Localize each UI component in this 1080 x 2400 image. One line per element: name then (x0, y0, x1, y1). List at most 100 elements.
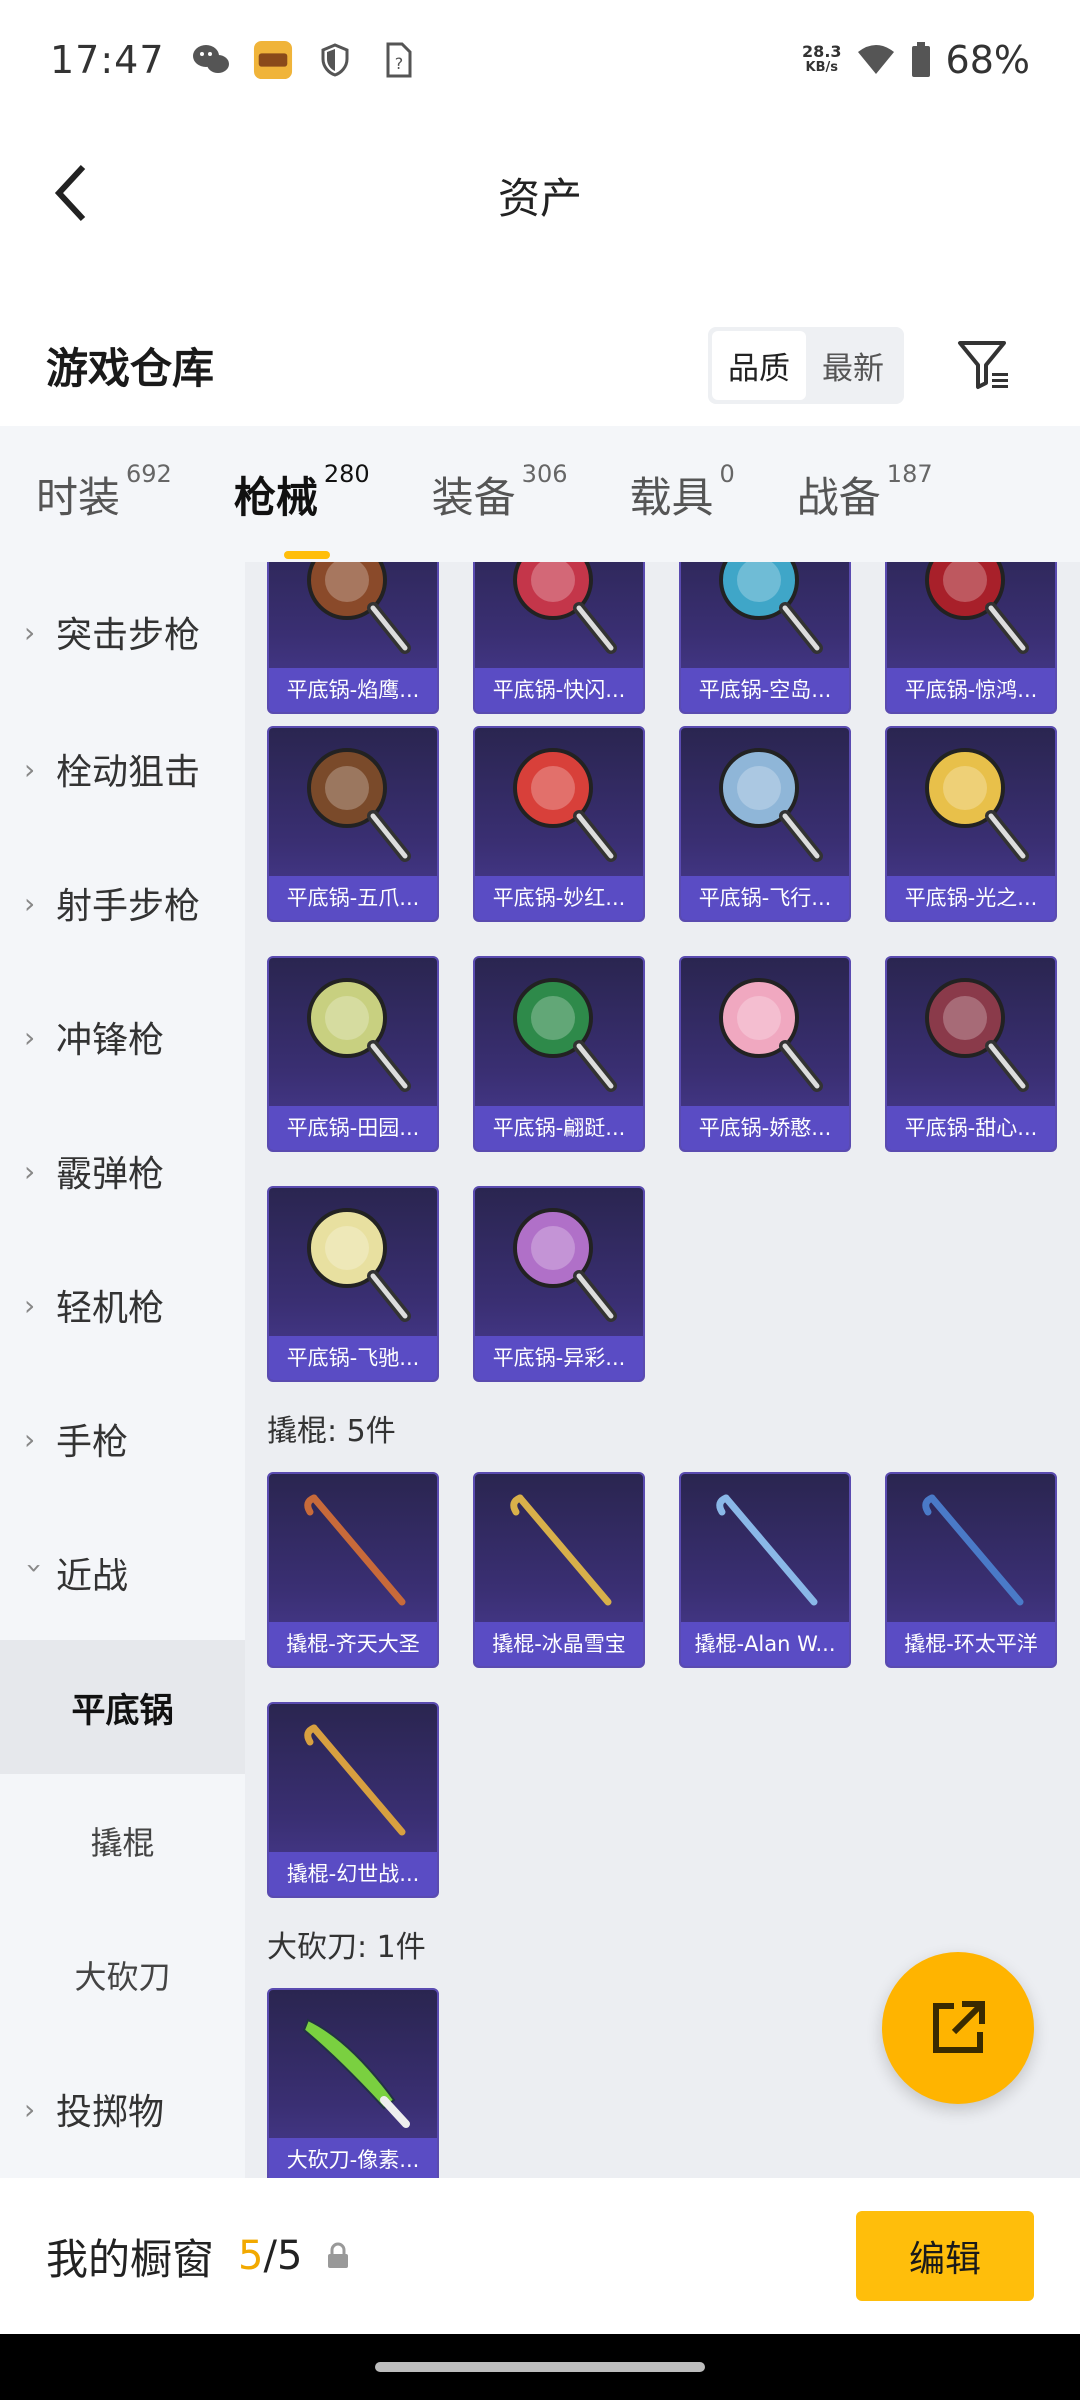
sidebar-subitem-machete[interactable]: 大砍刀 (0, 1908, 245, 2042)
tab-fashion[interactable]: 时装 692 (36, 460, 172, 525)
crowbar-item-card[interactable]: 撬棍-冰晶雪宝 (473, 1472, 645, 1668)
tab-underline (283, 550, 330, 559)
sidebar-item-label: 大砍刀 (74, 1958, 171, 1996)
pan-item-card[interactable]: 平底锅-五爪... (267, 726, 439, 922)
sidebar-item-label: 投掷物 (56, 2092, 165, 2133)
sidebar-item-lmg[interactable]: › 轻机枪 (0, 1238, 245, 1372)
status-bar: 17:47 ? 28.3 KB/s 68% (0, 0, 1080, 120)
item-name: 平底锅-田园... (269, 1106, 437, 1150)
sidebar-item-shotgun[interactable]: › 霰弹枪 (0, 1104, 245, 1238)
chevron-right-icon: › (24, 1020, 36, 1054)
item-artwork (269, 1474, 437, 1624)
item-name: 平底锅-飞驰... (269, 1336, 437, 1380)
item-artwork (269, 1704, 437, 1854)
speed-value: 28.3 (802, 42, 842, 61)
item-artwork (269, 1188, 437, 1338)
tab-firearms[interactable]: 枪械 280 (234, 460, 370, 559)
showcase-count: 5/5 (238, 2233, 302, 2279)
tab-count: 280 (323, 459, 370, 488)
crowbar-item-card[interactable]: 撬棍-环太平洋 (885, 1472, 1057, 1668)
pan-item-card[interactable]: 平底锅-焰鹰... (267, 562, 439, 714)
home-indicator[interactable] (375, 2362, 705, 2372)
tab-count: 306 (521, 459, 568, 488)
sidebar-item-label: 突击步枪 (56, 615, 201, 656)
sidebar-item-marksman-rifle[interactable]: › 射手步枪 (0, 836, 245, 970)
chevron-down-icon: › (18, 1562, 52, 1574)
item-grid: 平底锅-焰鹰... 平底锅-快闪... 平底锅-空岛... 平底锅-惊鸿... 平底锅-… (245, 562, 1080, 2178)
chevron-right-icon: › (24, 2092, 36, 2126)
item-artwork (269, 958, 437, 1108)
pan-item-card[interactable]: 平底锅-惊鸿... (885, 562, 1057, 714)
edit-button[interactable]: 编辑 (856, 2211, 1034, 2301)
sidebar-item-assault-rifle[interactable]: › 突击步枪 (0, 562, 245, 702)
pan-item-card[interactable]: 平底锅-娇憨... (679, 956, 851, 1152)
item-artwork (887, 562, 1055, 670)
item-name: 撬棍-Alan W... (681, 1622, 849, 1666)
item-artwork (269, 1990, 437, 2140)
app-icon (253, 40, 293, 80)
sidebar-item-pistol[interactable]: › 手枪 (0, 1372, 245, 1506)
pan-item-card[interactable]: 平底锅-妙红... (473, 726, 645, 922)
item-artwork (681, 728, 849, 878)
sidebar-item-bolt-sniper[interactable]: › 栓动狙击 (0, 702, 245, 836)
tab-supplies[interactable]: 战备 187 (796, 460, 933, 525)
sidebar-item-label: 平底锅 (71, 1690, 174, 1731)
pan-item-card[interactable]: 平底锅-飞驰... (267, 1186, 439, 1382)
pan-item-card[interactable]: 平底锅-空岛... (679, 562, 851, 714)
shield-icon (315, 40, 355, 80)
item-artwork (269, 562, 437, 670)
filter-button[interactable] (954, 335, 1014, 395)
showcase-bar: 我的橱窗 5/5 编辑 (0, 2178, 1080, 2334)
sort-latest-button[interactable]: 最新 (806, 331, 900, 400)
share-button[interactable] (882, 1952, 1034, 2104)
item-name: 平底锅-快闪... (475, 668, 643, 712)
pan-item-card[interactable]: 平底锅-田园... (267, 956, 439, 1152)
item-name: 大砍刀-像素... (269, 2138, 437, 2178)
crowbar-item-card[interactable]: 撬棍-齐天大圣 (267, 1472, 439, 1668)
weapon-category-sidebar: › 突击步枪 › 栓动狙击 › 射手步枪 › 冲锋枪 › 霰弹枪 › 轻机枪 › 手枪 › 近战… (0, 562, 245, 2178)
pan-item-card[interactable]: 平底锅-异彩... (473, 1186, 645, 1382)
pan-item-card[interactable]: 平底锅-飞行... (679, 726, 851, 922)
wechat-icon (191, 40, 231, 80)
sidebar-item-label: 射手步枪 (56, 886, 201, 927)
sidebar-item-label: 撬棍 (90, 1824, 155, 1862)
tab-equipment[interactable]: 装备 306 (432, 460, 568, 525)
pan-item-card[interactable]: 平底锅-甜心... (885, 956, 1057, 1152)
crowbar-item-card[interactable]: 撬棍-Alan W... (679, 1472, 851, 1668)
tab-vehicles[interactable]: 载具 0 (629, 460, 734, 525)
tab-label: 战备 (796, 472, 881, 522)
item-name: 平底锅-惊鸿... (887, 668, 1055, 712)
machete-item-card[interactable]: 大砍刀-像素... (267, 1988, 439, 2178)
item-name: 撬棍-环太平洋 (887, 1622, 1055, 1666)
category-tabs: 时装 692 枪械 280 装备 306 载具 0 战备 187 (0, 426, 1080, 562)
item-name: 平底锅-焰鹰... (269, 668, 437, 712)
sidebar-item-throwables[interactable]: › 投掷物 (0, 2042, 245, 2176)
pan-item-card[interactable]: 平底锅-翩跹... (473, 956, 645, 1152)
tab-label: 时装 (36, 472, 121, 522)
showcase-separator: / (263, 2233, 277, 2279)
item-artwork (681, 958, 849, 1108)
sidebar-subitem-pan[interactable]: 平底锅 (0, 1640, 245, 1774)
pan-item-card[interactable]: 平底锅-光之... (885, 726, 1057, 922)
item-name: 平底锅-五爪... (269, 876, 437, 920)
sidebar-item-label: 手枪 (56, 1422, 129, 1463)
chevron-right-icon: › (24, 1154, 36, 1188)
sidebar-item-smg[interactable]: › 冲锋枪 (0, 970, 245, 1104)
crowbar-item-card[interactable]: 撬棍-幻世战... (267, 1702, 439, 1898)
sidebar-item-label: 近战 (56, 1556, 129, 1597)
item-name: 平底锅-光之... (887, 876, 1055, 920)
item-name: 撬棍-齐天大圣 (269, 1622, 437, 1666)
sidebar-subitem-crowbar[interactable]: 撬棍 (0, 1774, 245, 1908)
back-button[interactable] (36, 158, 106, 228)
warehouse-header: 游戏仓库 品质 最新 (0, 300, 1080, 430)
item-name: 撬棍-冰晶雪宝 (475, 1622, 643, 1666)
sidebar-item-melee[interactable]: › 近战 (0, 1506, 245, 1640)
pan-item-card[interactable]: 平底锅-快闪... (473, 562, 645, 714)
tab-count: 692 (126, 459, 172, 488)
item-artwork (475, 1188, 643, 1338)
showcase-total: 5 (276, 2233, 303, 2279)
item-artwork (887, 728, 1055, 878)
sort-quality-button[interactable]: 品质 (712, 330, 806, 400)
share-external-icon (933, 2001, 985, 2053)
machete-section-label: 大砍刀: 1件 (267, 1930, 426, 1965)
